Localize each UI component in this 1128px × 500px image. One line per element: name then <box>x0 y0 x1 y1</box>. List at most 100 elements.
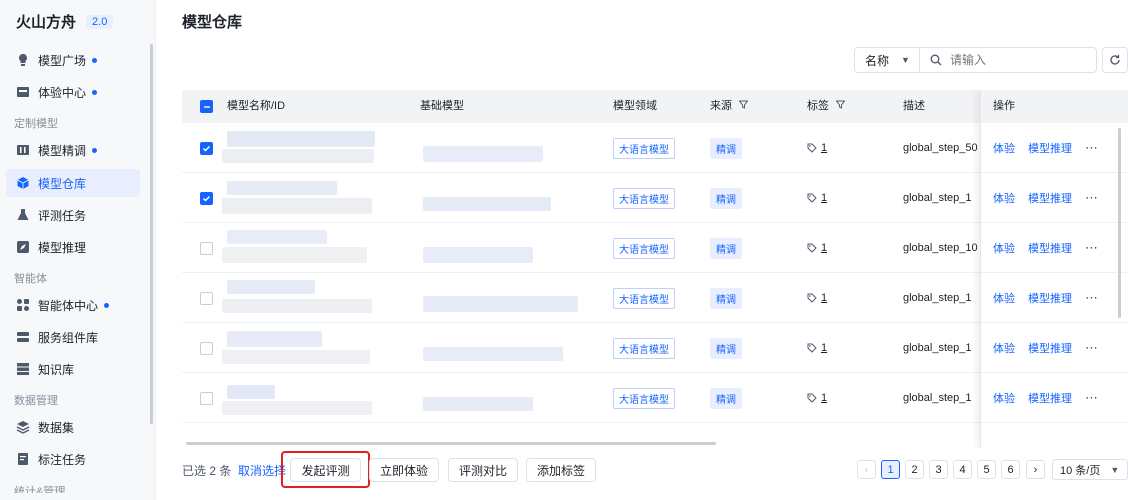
page-size-select[interactable]: 10 条/页 ▼ <box>1052 459 1128 480</box>
sidebar-item-fine-tune[interactable]: 模型精调 <box>6 136 140 164</box>
try-link[interactable]: 体验 <box>993 340 1015 356</box>
add-tag-button[interactable]: 添加标签 <box>526 458 596 482</box>
domain-tag: 大语言模型 <box>613 287 675 309</box>
sidebar-item-annotation[interactable]: 标注任务 <box>6 445 140 473</box>
compare-evaluation-button[interactable]: 评测对比 <box>448 458 518 482</box>
filter-icon[interactable] <box>738 100 749 109</box>
table-row[interactable]: 大语言模型 精调 1 global_step_1 体验 模型推理 ⋯ <box>182 373 1128 423</box>
sidebar-scrollbar[interactable] <box>150 44 153 424</box>
sidebar-item-label: 服务组件库 <box>38 330 99 345</box>
domain-tag: 大语言模型 <box>613 187 675 209</box>
row-checkbox[interactable] <box>200 291 213 305</box>
model-name-redacted <box>222 401 372 415</box>
table-row[interactable]: 大语言模型 精调 1 global_step_1 体验 模型推理 ⋯ <box>182 273 1128 323</box>
row-description: global_step_50 <box>903 142 978 154</box>
sidebar-item-service-components[interactable]: 服务组件库 <box>6 323 140 351</box>
next-page-button[interactable]: › <box>1026 460 1045 479</box>
sidebar-item-inference[interactable]: 模型推理 <box>6 233 140 261</box>
page-button-1[interactable]: 1 <box>881 460 900 479</box>
try-link[interactable]: 体验 <box>993 240 1015 256</box>
table-row[interactable]: 大语言模型 精调 1 global_step_1 体验 模型推理 ⋯ <box>182 173 1128 223</box>
sidebar-item-model-repo[interactable]: 模型仓库 <box>6 169 140 197</box>
flask-icon <box>17 209 29 220</box>
page-button-4[interactable]: 4 <box>953 460 972 479</box>
more-icon[interactable]: ⋯ <box>1085 190 1099 206</box>
inference-link[interactable]: 模型推理 <box>1028 290 1072 306</box>
model-name-redacted <box>222 149 374 163</box>
row-checkbox[interactable] <box>200 341 213 355</box>
try-link[interactable]: 体验 <box>993 390 1015 406</box>
try-now-button[interactable]: 立即体验 <box>369 458 439 482</box>
search-box[interactable] <box>919 47 1097 73</box>
sidebar-item-experience-center[interactable]: 体验中心 <box>6 78 140 106</box>
select-all-checkbox[interactable] <box>200 100 213 113</box>
sidebar-item-label: 模型仓库 <box>38 176 87 191</box>
row-description: global_step_1 <box>903 342 972 354</box>
brand: 火山方舟 2.0 <box>16 11 114 32</box>
try-link[interactable]: 体验 <box>993 140 1015 156</box>
page-button-6[interactable]: 6 <box>1001 460 1020 479</box>
model-name-redacted <box>227 131 375 147</box>
sidebar-item-eval-tasks[interactable]: 评测任务 <box>6 201 140 229</box>
page-button-2[interactable]: 2 <box>905 460 924 479</box>
more-icon[interactable]: ⋯ <box>1085 390 1099 406</box>
header-source[interactable]: 来源 <box>710 90 749 123</box>
filter-field-value: 名称 <box>865 53 890 68</box>
table-row[interactable]: 大语言模型 精调 1 global_step_10 体验 模型推理 ⋯ <box>182 223 1128 273</box>
table-row[interactable]: 大语言模型 精调 1 global_step_1 体验 模型推理 ⋯ <box>182 323 1128 373</box>
sidebar-item-agent-center[interactable]: 智能体中心 <box>6 291 140 319</box>
inference-link[interactable]: 模型推理 <box>1028 240 1072 256</box>
search-input[interactable] <box>950 53 1080 67</box>
page-button-3[interactable]: 3 <box>929 460 948 479</box>
model-name-redacted <box>227 230 327 244</box>
page-button-5[interactable]: 5 <box>977 460 996 479</box>
cancel-selection-link[interactable]: 取消选择 <box>238 462 286 479</box>
vertical-scrollbar[interactable] <box>1118 128 1121 318</box>
sidebar-item-label: 智能体中心 <box>38 298 99 313</box>
label-count[interactable]: 1 <box>807 192 827 204</box>
cube-icon <box>17 177 29 189</box>
refresh-icon <box>1110 55 1120 65</box>
label-count[interactable]: 1 <box>807 342 827 354</box>
more-icon[interactable]: ⋯ <box>1085 340 1099 356</box>
header-labels[interactable]: 标签 <box>807 90 846 123</box>
inference-link[interactable]: 模型推理 <box>1028 140 1072 156</box>
row-checkbox[interactable] <box>200 141 213 155</box>
main-content: 模型仓库 名称 ▼ 模型名称/ID 基础模型 模型领域 来源 标签 <box>156 0 1128 500</box>
label-count[interactable]: 1 <box>807 292 827 304</box>
more-icon[interactable]: ⋯ <box>1085 290 1099 306</box>
label-count[interactable]: 1 <box>807 242 827 254</box>
more-icon[interactable]: ⋯ <box>1085 240 1099 256</box>
inference-link[interactable]: 模型推理 <box>1028 190 1072 206</box>
refresh-button[interactable] <box>1102 47 1128 73</box>
version-badge: 2.0 <box>86 14 114 29</box>
sidebar-group-data: 数据管理 <box>14 395 58 407</box>
search-icon <box>930 54 942 66</box>
row-checkbox[interactable] <box>200 391 213 405</box>
new-dot <box>92 89 98 95</box>
sidebar-item-knowledge-base[interactable]: 知识库 <box>6 355 140 383</box>
filter-field-select[interactable]: 名称 ▼ <box>854 47 920 73</box>
prev-page-button[interactable]: ‹ <box>857 460 876 479</box>
label-count[interactable]: 1 <box>807 392 827 404</box>
row-checkbox[interactable] <box>200 191 213 205</box>
row-checkbox[interactable] <box>200 241 213 255</box>
row-description: global_step_1 <box>903 392 972 404</box>
sidebar: 火山方舟 2.0 模型广场 体验中心 定制模型 模型精调 模型仓库 评测任务 模… <box>0 0 156 500</box>
sidebar-item-model-square[interactable]: 模型广场 <box>6 46 140 74</box>
inference-link[interactable]: 模型推理 <box>1028 340 1072 356</box>
label-count[interactable]: 1 <box>807 142 827 154</box>
inference-link[interactable]: 模型推理 <box>1028 390 1072 406</box>
start-evaluation-button[interactable]: 发起评测 <box>290 458 361 482</box>
filter-icon[interactable] <box>835 100 846 109</box>
model-name-redacted <box>222 198 372 214</box>
table-row[interactable]: 大语言模型 精调 1 global_step_50 体验 模型推理 ⋯ <box>182 123 1128 173</box>
sidebar-item-datasets[interactable]: 数据集 <box>6 413 140 441</box>
new-dot <box>92 57 98 63</box>
more-icon[interactable]: ⋯ <box>1085 140 1099 156</box>
horizontal-scrollbar[interactable] <box>186 442 716 445</box>
check-icon <box>202 195 211 202</box>
try-link[interactable]: 体验 <box>993 290 1015 306</box>
label-count-value: 1 <box>821 342 828 354</box>
try-link[interactable]: 体验 <box>993 190 1015 206</box>
